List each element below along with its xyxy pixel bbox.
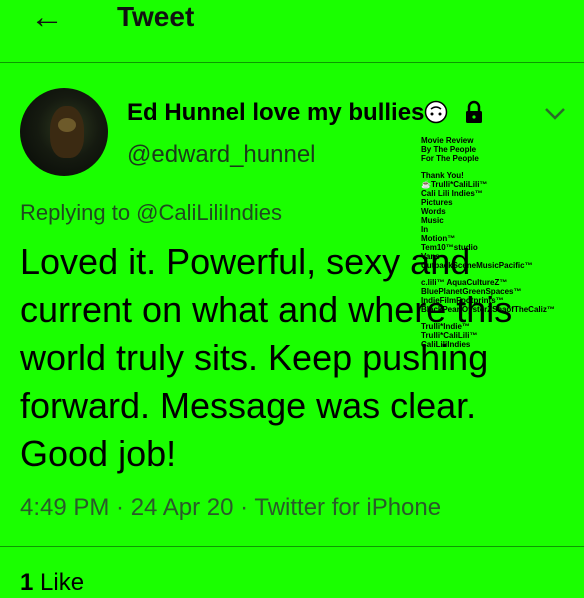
page-title: Tweet [117, 1, 195, 32]
likes-label: Like [40, 569, 85, 596]
top-bar: ← Tweet [0, 0, 584, 44]
likes-count[interactable]: 1 Like [20, 568, 84, 598]
chevron-down-icon[interactable] [540, 98, 570, 128]
avatar-figure [50, 106, 84, 158]
header-divider [0, 62, 584, 63]
back-arrow-icon[interactable]: ← [30, 0, 64, 34]
replying-to[interactable]: Replying to @CaliLiliIndies [20, 198, 282, 228]
meta-divider [0, 546, 584, 547]
tweet-timestamp: 4:49 PM · 24 Apr 20 · Twitter for iPhone [20, 494, 442, 521]
author-name: Ed Hunnel love my bullies [127, 99, 425, 126]
author-handle[interactable]: @edward_hunnel [127, 140, 316, 170]
lock-icon [466, 100, 483, 123]
avatar[interactable] [20, 88, 108, 176]
upside-down-face-icon [425, 100, 448, 124]
avatar-figure-detail [58, 118, 76, 132]
likes-number: 1 [20, 569, 34, 596]
poster-review-text: Movie Review By The People For The People [421, 136, 479, 163]
author-name-row[interactable]: Ed Hunnel love my bullies [127, 98, 485, 128]
tweet-text: Loved it. Powerful, sexy and current on … [20, 241, 513, 474]
